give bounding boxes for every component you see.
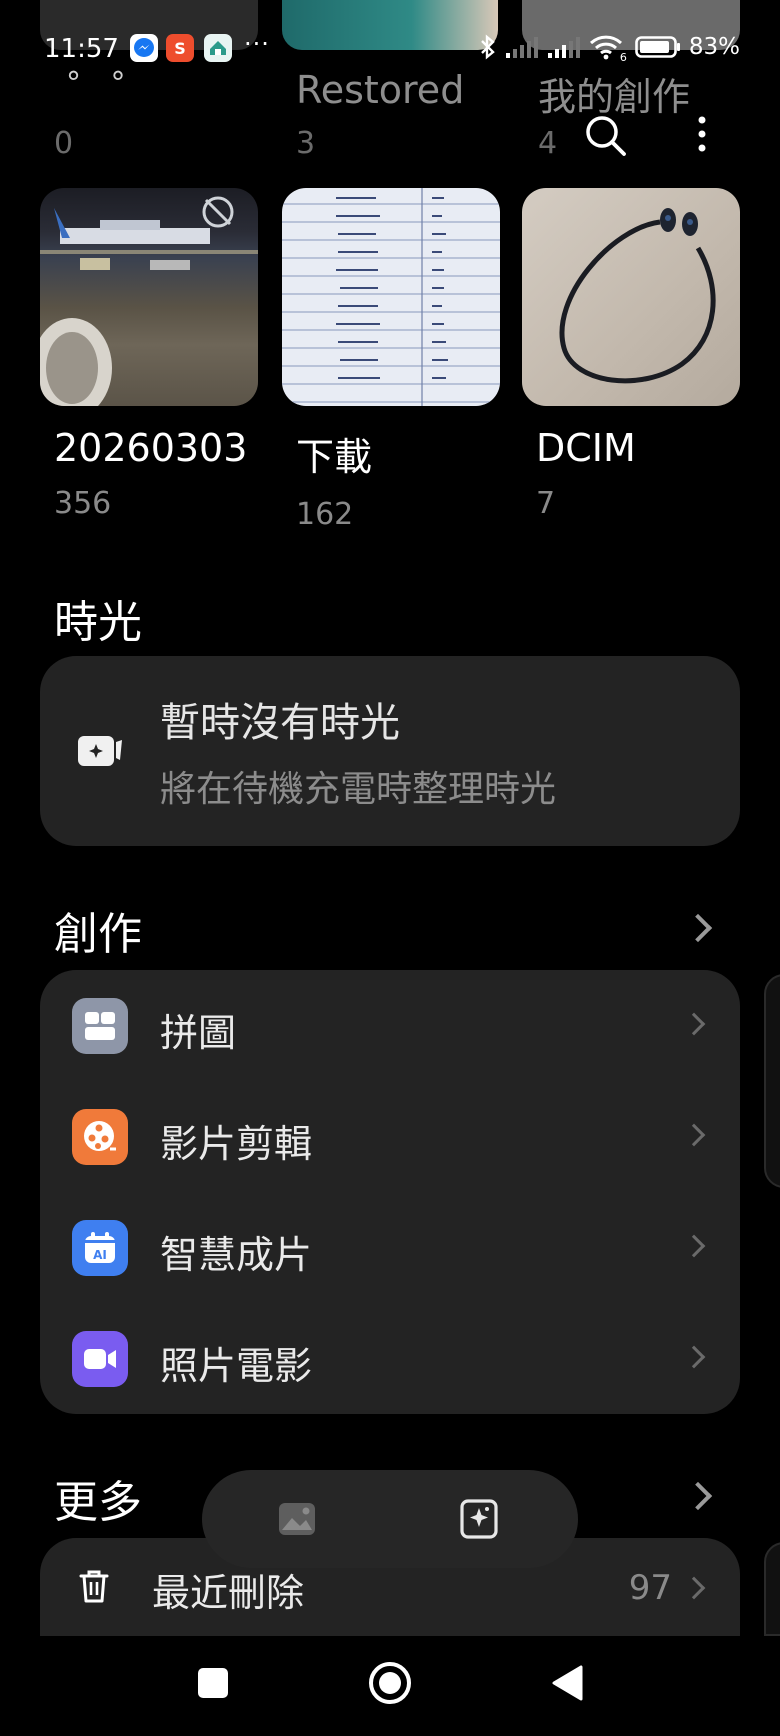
app-icon [204, 34, 232, 62]
ai-calendar-icon: AI [72, 1220, 128, 1276]
svg-text:AI: AI [93, 1248, 107, 1262]
floating-tab-bar [202, 1470, 578, 1568]
moments-empty-title: 暫時沒有時光 [160, 700, 400, 746]
film-reel-icon [72, 1109, 128, 1165]
chevron-right-icon [682, 1576, 706, 1600]
create-item-label: 拼圖 [160, 1011, 237, 1055]
trash-icon [79, 1570, 109, 1603]
moments-section-title: 時光 [54, 597, 142, 648]
create-section-title: 創作 [54, 909, 142, 960]
video-camera-icon [72, 1331, 128, 1387]
search-icon[interactable] [584, 114, 628, 158]
signal-2-icon [547, 37, 580, 58]
album-count-untitled: 0 [54, 126, 74, 161]
create-item-label: 智慧成片 [160, 1233, 313, 1277]
wifi-badge: 6 [619, 51, 627, 64]
more-section-title: 更多 [54, 1477, 142, 1528]
shopee-icon: S [166, 34, 194, 62]
more-options-icon[interactable] [690, 114, 714, 154]
album-name-untitled[interactable]: ° ° [66, 66, 136, 101]
photos-tab-icon[interactable] [276, 1498, 318, 1540]
system-nav-bar [0, 1636, 780, 1736]
handwritten-list-photo [282, 188, 500, 406]
create-card: 拼圖 影片剪輯 AI 智慧成片 照片電影 [40, 970, 740, 1414]
album-count-my-creations: 4 [538, 126, 558, 161]
home-icon[interactable] [367, 1660, 413, 1706]
albums-tab-icon[interactable] [458, 1498, 500, 1540]
album-count: 356 [54, 486, 112, 521]
battery-icon [635, 36, 680, 58]
status-indicators: 6 83% [479, 34, 740, 64]
bluetooth-icon [481, 34, 495, 60]
status-time: 11:57 [44, 34, 119, 64]
messenger-icon [130, 34, 158, 62]
signal-1-icon [505, 37, 538, 58]
create-item-collage[interactable]: 拼圖 [40, 970, 740, 1081]
create-item-label: 照片電影 [160, 1344, 313, 1388]
album-20260303[interactable]: 20260303 356 [40, 188, 258, 521]
album-count-restored: 3 [296, 126, 316, 161]
recent-apps-icon[interactable] [196, 1666, 230, 1700]
create-more-chevron-icon[interactable] [683, 913, 713, 943]
create-item-photo-movie[interactable]: 照片電影 [40, 1303, 740, 1414]
album-count: 7 [536, 486, 556, 521]
moments-empty-subtitle: 將在待機充電時整理時光 [160, 769, 557, 810]
create-item-smart-video[interactable]: AI 智慧成片 [40, 1192, 740, 1303]
next-card-peek[interactable] [764, 1542, 780, 1636]
album-name: 下載 [296, 435, 373, 479]
next-card-peek[interactable] [764, 974, 780, 1188]
create-item-label: 影片剪輯 [160, 1122, 313, 1166]
airport-photo [40, 188, 258, 406]
recently-deleted-label: 最近刪除 [152, 1571, 305, 1615]
status-more-dots: ··· [244, 30, 270, 58]
album-name: 20260303 [54, 426, 248, 470]
recently-deleted-count: 97 [628, 1568, 672, 1608]
album-name-restored[interactable]: Restored [296, 68, 464, 112]
create-item-video-edit[interactable]: 影片剪輯 [40, 1081, 740, 1192]
status-bar: 11:57 S ··· 6 83% [0, 30, 780, 70]
moment-card-icon [78, 736, 122, 766]
back-icon[interactable] [550, 1664, 584, 1702]
album-dcim[interactable]: DCIM 7 [522, 188, 740, 521]
chevron-right-icon [682, 1234, 706, 1258]
collage-icon [72, 998, 128, 1054]
earphones-photo [522, 188, 740, 406]
battery-percent: 83% [688, 34, 740, 60]
chevron-right-icon [682, 1123, 706, 1147]
chevron-right-icon [682, 1345, 706, 1369]
chevron-right-icon [682, 1012, 706, 1036]
more-chevron-icon[interactable] [683, 1481, 713, 1511]
album-name: DCIM [536, 426, 636, 470]
wifi-icon: 6 [589, 34, 627, 64]
album-downloads[interactable]: 下載 162 [282, 188, 500, 532]
moments-empty-card[interactable]: 暫時沒有時光 將在待機充電時整理時光 [40, 656, 740, 846]
album-count: 162 [296, 497, 354, 532]
album-name-my-creations[interactable]: 我的創作 [538, 66, 690, 121]
